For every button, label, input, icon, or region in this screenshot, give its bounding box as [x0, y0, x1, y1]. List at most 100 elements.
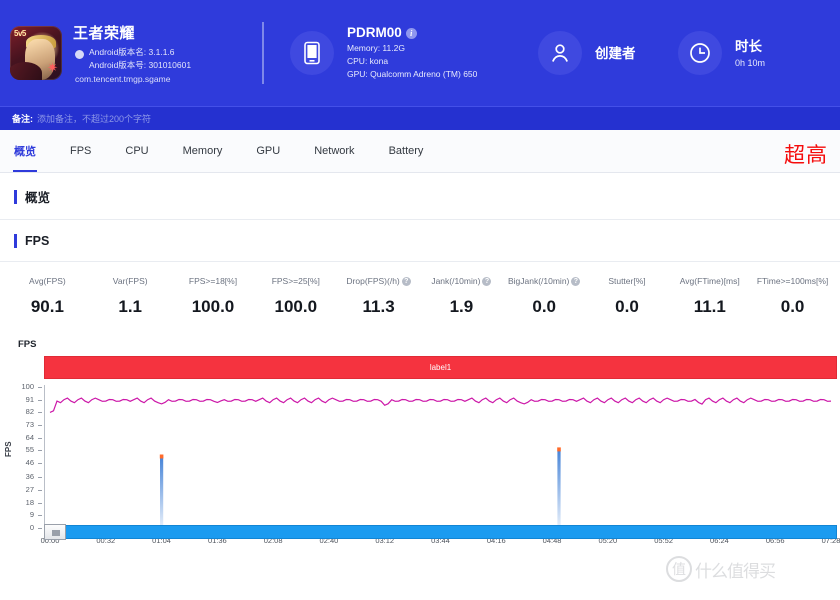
metric-value: 1.1 — [89, 297, 172, 317]
metric-value: 100.0 — [254, 297, 337, 317]
y-tick-mark — [38, 450, 42, 451]
tab-gpu[interactable]: GPU — [256, 133, 280, 169]
metric-value: 11.3 — [337, 297, 420, 317]
y-tick-label: 18 — [26, 498, 34, 507]
metric-label: Avg(FTime)[ms] — [668, 276, 751, 286]
remark-input[interactable]: 添加备注，不超过200个字符 — [37, 112, 151, 125]
y-tick-label: 9 — [30, 510, 34, 519]
fps-metrics-row: Avg(FPS) 90.1 Var(FPS) 1.1 FPS>=18[%] 100.0 FP… — [0, 262, 840, 333]
metric-label: FPS>=18[%] — [172, 276, 255, 286]
watermark-text: 什么值得买 — [695, 557, 775, 582]
frame-spike-tip — [557, 447, 561, 451]
fps-chart: FPS label1 FPS 09182736465564738291100 0… — [0, 333, 840, 545]
tab-cpu[interactable]: CPU — [125, 133, 148, 169]
chart-plot — [44, 385, 837, 530]
chart-y-ticks: 09182736465564738291100 — [0, 385, 44, 530]
y-tick-mark — [38, 490, 42, 491]
metric-cell: Var(FPS) 1.1 — [89, 276, 172, 317]
device-cpu: CPU: kona — [347, 55, 477, 68]
y-tick-label: 46 — [26, 458, 34, 467]
y-tick-mark — [38, 425, 42, 426]
y-tick-label: 64 — [26, 433, 34, 442]
y-tick-label: 82 — [26, 407, 34, 416]
help-icon[interactable]: ? — [402, 277, 411, 286]
info-icon[interactable]: i — [406, 28, 417, 39]
range-slider-handle[interactable] — [44, 524, 66, 540]
metric-label: Stutter[%] — [586, 276, 669, 286]
app-name: 王者荣耀 — [73, 22, 191, 43]
user-icon — [538, 31, 582, 75]
device-model: PDRM00 — [347, 25, 402, 40]
y-tick-label: 55 — [26, 445, 34, 454]
metric-cell: Drop(FPS)(/h)? 11.3 — [337, 276, 420, 317]
android-version-row: Android版本名: 3.1.1.6 Android版本号: 30101060… — [73, 46, 191, 71]
metric-cell: BigJank(/10min)?0.0 — [503, 276, 586, 317]
device-gpu: GPU: Qualcomm Adreno (TM) 650 — [347, 68, 477, 81]
app-icon-art-shoulder — [10, 62, 42, 80]
chart-series-svg — [44, 385, 837, 530]
device-summary-block: PDRM00 i Memory: 11.2G CPU: kona GPU: Qu… — [290, 25, 538, 80]
metric-cell: Stutter[%] 0.0 — [586, 276, 669, 317]
section-accent-bar — [14, 234, 17, 248]
help-icon[interactable]: ? — [571, 277, 580, 286]
y-tick-mark — [38, 515, 42, 516]
fps-section-title: FPS — [25, 234, 49, 248]
app-package-name: com.tencent.tmgp.sgame — [75, 74, 191, 84]
remark-bar[interactable]: 备注: 添加备注，不超过200个字符 — [0, 106, 840, 130]
performance-report-page: 5v5 ✷ 王者荣耀 Android版本名: 3.1.1.6 Android版本… — [0, 0, 840, 600]
y-tick-mark — [38, 463, 42, 464]
app-text-block: 王者荣耀 Android版本名: 3.1.1.6 Android版本号: 301… — [73, 22, 191, 84]
y-tick-mark — [38, 528, 42, 529]
header-divider — [262, 22, 264, 84]
tab-battery[interactable]: Battery — [389, 133, 424, 169]
y-tick-label: 27 — [26, 485, 34, 494]
metric-value: 0.0 — [586, 297, 669, 317]
android-version-name: Android版本名: 3.1.1.6 — [89, 46, 191, 58]
frame-spike-bar — [160, 458, 163, 529]
fps-section-header: FPS — [0, 220, 840, 261]
metric-label-text: FPS>=25[%] — [272, 276, 320, 286]
tab-overview[interactable]: 概览 — [14, 131, 36, 171]
metric-label: Jank(/10min)? — [420, 276, 503, 286]
metric-value: 0.0 — [751, 297, 834, 317]
duration-label: 时长 — [735, 35, 765, 55]
metric-label-text: FPS>=18[%] — [189, 276, 237, 286]
metric-value: 90.1 — [6, 297, 89, 317]
metric-label-text: Stutter[%] — [608, 276, 645, 286]
y-tick-label: 73 — [26, 420, 34, 429]
y-tick-mark — [38, 438, 42, 439]
y-tick-mark — [38, 412, 42, 413]
metric-label: BigJank(/10min)? — [503, 276, 586, 286]
android-version-code: Android版本号: 301010601 — [89, 59, 191, 71]
metric-label-text: Avg(FPS) — [29, 276, 66, 286]
metric-label: FTime>=100ms[%] — [751, 276, 834, 286]
y-tick-label: 0 — [30, 523, 34, 532]
tab-fps[interactable]: FPS — [70, 133, 91, 169]
chart-label-band-text: label1 — [430, 363, 451, 372]
fps-line-series — [50, 398, 831, 412]
section-accent-bar — [14, 190, 17, 204]
android-version-lines: Android版本名: 3.1.1.6 Android版本号: 30101060… — [89, 46, 191, 71]
metric-label-text: Avg(FTime)[ms] — [680, 276, 740, 286]
metric-label-text: Jank(/10min) — [431, 276, 480, 286]
chart-label-band: label1 — [44, 356, 837, 379]
metric-label: FPS>=25[%] — [254, 276, 337, 286]
help-icon[interactable]: ? — [482, 277, 491, 286]
metric-label: Drop(FPS)(/h)? — [337, 276, 420, 286]
y-tick-label: 36 — [26, 472, 34, 481]
tab-memory[interactable]: Memory — [183, 133, 223, 169]
tab-network[interactable]: Network — [314, 133, 354, 169]
creator-label: 创建者 — [595, 42, 636, 62]
device-memory: Memory: 11.2G — [347, 42, 477, 55]
chart-plot-area: FPS 09182736465564738291100 00:0000:3201… — [0, 385, 840, 545]
y-tick-mark — [38, 387, 42, 388]
range-slider-track[interactable] — [44, 525, 837, 539]
metric-label-text: Var(FPS) — [113, 276, 148, 286]
metric-label: Avg(FPS) — [6, 276, 89, 286]
app-icon-badge: 5v5 — [14, 29, 26, 38]
timeline-range-slider[interactable] — [44, 525, 837, 539]
metric-label: Var(FPS) — [89, 276, 172, 286]
y-tick-mark — [38, 400, 42, 401]
metric-value: 1.9 — [420, 297, 503, 317]
game-app-icon: 5v5 ✷ — [10, 26, 62, 80]
